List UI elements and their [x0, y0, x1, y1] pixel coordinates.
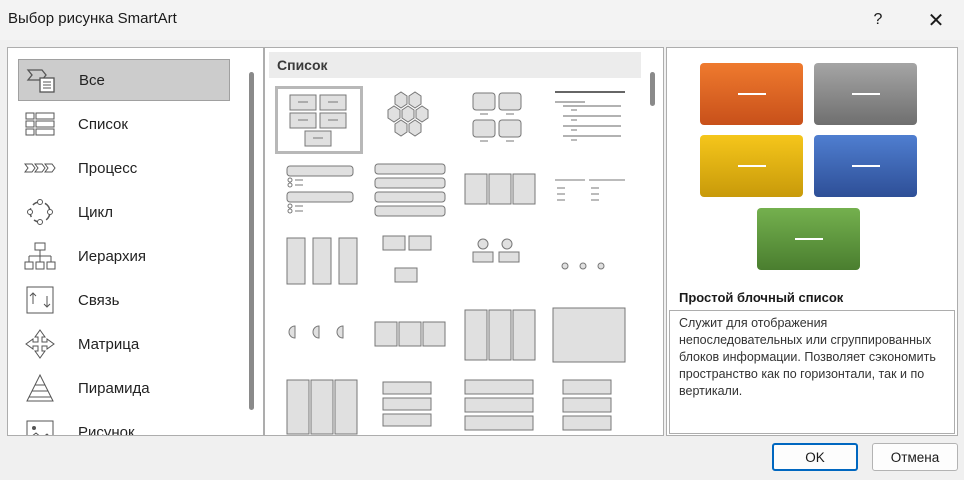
category-label: Процесс [78, 159, 138, 177]
layout-lined-list[interactable] [543, 86, 631, 154]
layout-chevron-list[interactable] [363, 302, 451, 370]
layout-grouped-blocks[interactable] [453, 86, 541, 154]
category-label: Матрица [78, 335, 140, 353]
layout-half-circle[interactable] [275, 302, 363, 370]
preview-block-green [757, 208, 860, 270]
layout-circle-callout[interactable] [453, 230, 541, 298]
category-label: Связь [78, 291, 120, 309]
preview-block-gray [814, 63, 917, 125]
layout-gallery: Список [264, 47, 664, 436]
category-label: Рисунок [78, 423, 135, 436]
cycle-icon [27, 199, 53, 225]
layout-tab-list[interactable] [543, 158, 631, 226]
category-picture[interactable]: Рисунок [18, 411, 230, 436]
layout-framed-columns[interactable] [543, 302, 631, 370]
layout-vertical-bars[interactable] [275, 230, 363, 298]
dialog-title: Выбор рисунка SmartArt [8, 10, 177, 27]
gallery-header: Список [269, 52, 641, 78]
picture-icon [26, 420, 54, 435]
cancel-button[interactable]: Отмена [872, 443, 958, 471]
help-button[interactable]: ? [862, 4, 894, 36]
process-icon [24, 163, 56, 173]
category-label: Список [78, 115, 128, 133]
category-list: Все Список Процесс Цикл Иерархия Связь М… [7, 47, 264, 436]
layout-title: Простой блочный список [679, 290, 844, 305]
layout-description: Служит для отображения непоследовательны… [669, 310, 955, 434]
layout-circle-arrow[interactable] [275, 374, 363, 435]
list-icon [25, 112, 55, 136]
layout-stair-blocks[interactable] [543, 374, 631, 435]
category-label: Иерархия [78, 247, 146, 265]
all-icon [26, 69, 55, 93]
layout-columns[interactable] [453, 302, 541, 370]
category-hierarchy[interactable]: Иерархия [18, 235, 230, 277]
layout-trapezoid-list[interactable] [543, 230, 631, 298]
gallery-scrollbar[interactable] [650, 72, 655, 106]
category-cycle[interactable]: Цикл [18, 191, 230, 233]
matrix-icon [25, 329, 55, 359]
category-scrollbar[interactable] [249, 72, 254, 410]
layout-vertical-block[interactable] [363, 374, 451, 435]
layout-picture-caption[interactable] [363, 230, 451, 298]
layout-bullet-list[interactable] [275, 158, 363, 226]
category-list-item[interactable]: Список [18, 103, 230, 145]
relationship-icon [26, 286, 54, 314]
category-matrix[interactable]: Матрица [18, 323, 230, 365]
layout-hexagon-list[interactable] [363, 86, 451, 154]
title-bar: Выбор рисунка SmartArt ? ✕ [0, 0, 964, 40]
category-process[interactable]: Процесс [18, 147, 230, 189]
category-pyramid[interactable]: Пирамида [18, 367, 230, 409]
ok-button[interactable]: OK [772, 443, 858, 471]
category-label: Все [79, 71, 105, 89]
layout-horizontal-bullets[interactable] [453, 158, 541, 226]
hierarchy-icon [24, 242, 56, 270]
preview-block-orange [700, 63, 803, 125]
pyramid-icon [26, 373, 54, 402]
category-label: Пирамида [78, 379, 150, 397]
layout-stacked-list[interactable] [363, 158, 451, 226]
layout-vertical-bullet[interactable] [453, 374, 541, 435]
preview-block-blue [814, 135, 917, 197]
close-button[interactable]: ✕ [920, 4, 952, 36]
category-all[interactable]: Все [18, 59, 230, 101]
preview-block-yellow [700, 135, 803, 197]
category-relationship[interactable]: Связь [18, 279, 230, 321]
category-label: Цикл [78, 203, 113, 221]
preview-pane: Простой блочный список Служит для отобра… [666, 47, 958, 436]
layout-basic-block-list[interactable] [275, 86, 363, 154]
